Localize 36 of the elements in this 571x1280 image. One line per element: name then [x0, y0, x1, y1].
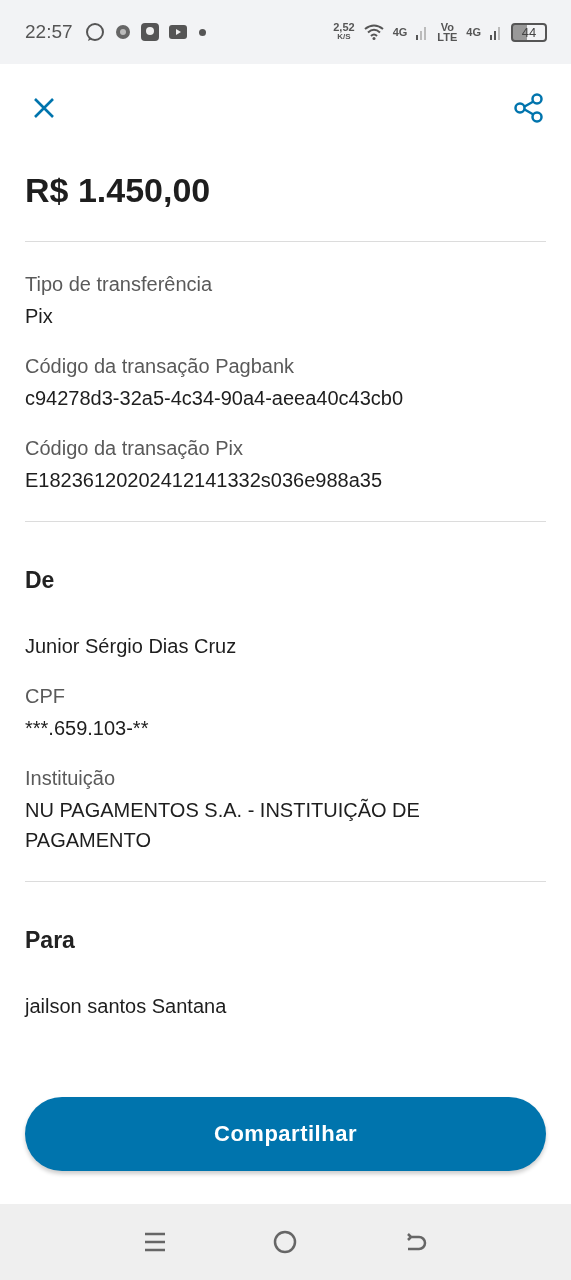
network-text: 4G: [466, 27, 481, 37]
field-value: c94278d3-32a5-4c34-90a4-aeea40c43cb0: [25, 386, 405, 411]
signal-icon: [416, 24, 429, 40]
share-button[interactable]: Compartilhar: [25, 1097, 546, 1171]
field-value: Pix: [25, 304, 54, 329]
network-text: 4G: [392, 27, 408, 37]
field-value: E18236120202412141332s036e988a35: [25, 468, 384, 493]
field-value: NU PAGAMENTOS S.A. - INSTITUIÇÃO DE PAGAMENTO: [25, 797, 421, 853]
wifi-icon: [363, 24, 384, 40]
field-label: Código da transação Pagbank: [25, 354, 296, 379]
back-icon[interactable]: [405, 1231, 428, 1253]
signal-icon: [490, 24, 502, 40]
speed-unit: K/S: [337, 32, 351, 42]
dot-icon: [198, 28, 206, 36]
field-label: Instituição: [25, 766, 117, 791]
battery-icon: 44: [511, 22, 547, 42]
section-title: Para: [25, 926, 76, 955]
field-value: jailson santos Santana: [25, 994, 228, 1019]
speed-text: 2,52: [333, 22, 355, 32]
menu-icon[interactable]: [143, 1231, 166, 1253]
close-icon: [32, 96, 56, 120]
volte-text: Vo: [440, 22, 454, 32]
field-label: CPF: [25, 684, 66, 709]
status-time: 22:57: [25, 21, 73, 43]
field-value: ***.659.103-**: [25, 716, 150, 741]
volte-text: LTE: [437, 32, 458, 42]
app-icon: [140, 23, 159, 41]
share-icon: [513, 92, 545, 124]
field-value: Junior Sérgio Dias Cruz: [25, 634, 238, 659]
amount-text: R$ 1.450,00: [24, 170, 212, 211]
field-label: Tipo de transferência: [25, 272, 214, 297]
video-icon: [168, 25, 187, 39]
chat-icon: [84, 22, 105, 42]
home-icon[interactable]: [273, 1230, 298, 1254]
section-title: De: [25, 566, 56, 595]
field-label: Código da transação Pix: [25, 436, 244, 461]
